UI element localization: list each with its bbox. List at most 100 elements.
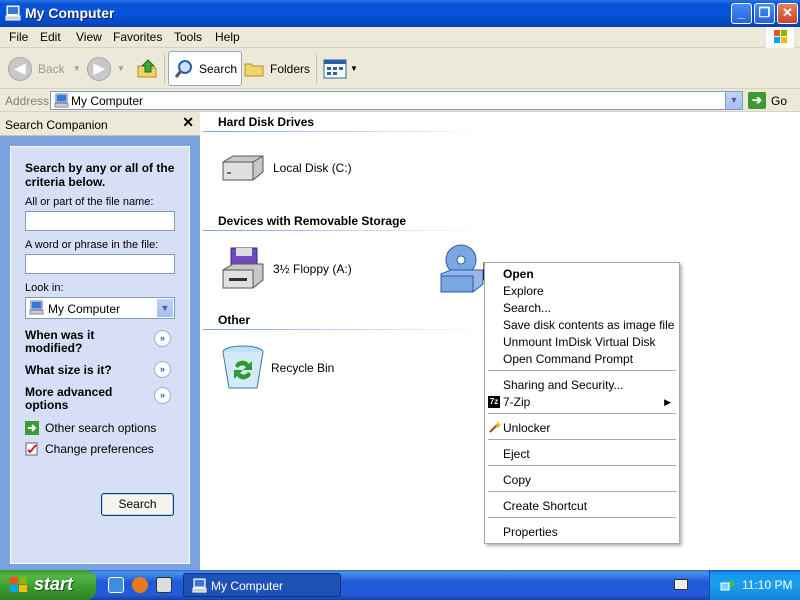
menu-view[interactable]: View xyxy=(76,30,102,44)
expand-size-icon[interactable]: » xyxy=(154,361,171,378)
views-dropdown-icon: ▼ xyxy=(350,64,358,73)
network-icon[interactable] xyxy=(720,577,736,593)
up-folder-button[interactable] xyxy=(135,51,159,86)
menu-help[interactable]: Help xyxy=(215,30,240,44)
ctx-save-disk-image[interactable]: Save disk contents as image file xyxy=(503,318,674,332)
start-button[interactable]: start xyxy=(0,570,96,600)
maximize-button[interactable]: ❐ xyxy=(754,3,775,24)
menu-file[interactable]: File xyxy=(9,30,28,44)
address-input[interactable]: My Computer ▼ xyxy=(50,91,743,110)
other-search-options-label: Other search options xyxy=(45,421,157,435)
clock: 11:10 PM xyxy=(742,578,793,592)
menu-tools[interactable]: Tools xyxy=(174,30,202,44)
minimize-button[interactable]: _ xyxy=(731,3,752,24)
go-button[interactable]: ➔ Go xyxy=(748,92,787,109)
search-toolbar-button[interactable]: Search xyxy=(168,51,243,86)
ctx-properties[interactable]: Properties xyxy=(503,525,558,539)
recycle-bin-icon xyxy=(222,345,264,389)
ctx-search[interactable]: Search... xyxy=(503,301,551,315)
recycle-bin-label: Recycle Bin xyxy=(271,361,335,375)
unlocker-wand-icon xyxy=(489,421,501,433)
forward-arrow-icon: ▶ xyxy=(87,56,111,81)
start-label: start xyxy=(34,574,74,594)
group-hard-disk-drives: Hard Disk Drives xyxy=(218,115,315,129)
my-computer-icon xyxy=(192,578,207,593)
group-other: Other xyxy=(218,313,251,327)
submenu-arrow-icon: ▶ xyxy=(664,397,671,407)
ctx-explore[interactable]: Explore xyxy=(503,284,544,298)
preferences-icon xyxy=(25,442,38,456)
floppy-drive-a[interactable]: 3½ Floppy (A:) xyxy=(219,246,352,292)
back-arrow-icon: ◀ xyxy=(8,56,32,81)
close-button[interactable]: ✕ xyxy=(777,3,798,24)
ctx-unlocker[interactable]: Unlocker xyxy=(503,421,550,435)
ctx-unmount-imdisk[interactable]: Unmount ImDisk Virtual Disk xyxy=(503,335,655,349)
forward-button[interactable]: ▶ ▼ xyxy=(87,51,125,86)
recycle-bin[interactable]: Recycle Bin xyxy=(221,344,334,392)
ctx-open-command-prompt[interactable]: Open Command Prompt xyxy=(503,352,633,366)
local-disk-label: Local Disk (C:) xyxy=(273,161,352,175)
filename-input[interactable] xyxy=(25,211,175,231)
context-menu: Open Explore Search... Save disk content… xyxy=(484,262,680,544)
modified-question[interactable]: When was it modified? xyxy=(25,329,145,355)
ie-quicklaunch-icon[interactable] xyxy=(108,577,124,593)
views-button[interactable]: ▼ xyxy=(323,51,358,86)
system-tray: 11:10 PM xyxy=(709,570,800,600)
size-question[interactable]: What size is it? xyxy=(25,364,145,377)
search-icon xyxy=(174,59,192,78)
my-computer-icon xyxy=(29,300,44,315)
title-bar[interactable]: My Computer _ ❐ ✕ xyxy=(0,0,800,27)
go-label: Go xyxy=(771,93,788,108)
phrase-input[interactable] xyxy=(25,254,175,274)
back-dropdown-icon[interactable]: ▼ xyxy=(73,64,81,73)
change-preferences-link[interactable]: Change preferences xyxy=(25,442,154,456)
expand-modified-icon[interactable]: » xyxy=(154,330,171,347)
green-arrow-icon xyxy=(25,421,39,435)
toolbar: ◀ Back ▼ ▶ ▼ Search Folders ▼ xyxy=(0,48,800,89)
keyboard-icon[interactable] xyxy=(674,579,688,590)
floppy-drive-icon xyxy=(222,247,264,289)
ctx-sharing-security[interactable]: Sharing and Security... xyxy=(503,378,624,392)
search-companion-title: Search Companion xyxy=(5,118,108,132)
taskbar-item-label: My Computer xyxy=(211,579,284,593)
search-submit-button[interactable]: Search xyxy=(101,493,174,516)
floppy-drive-label: 3½ Floppy (A:) xyxy=(273,262,352,276)
close-panel-icon[interactable]: ✕ xyxy=(182,114,194,131)
advanced-question[interactable]: More advanced options xyxy=(25,386,145,412)
media-quicklaunch-icon[interactable] xyxy=(156,577,172,593)
menu-edit[interactable]: Edit xyxy=(40,30,61,44)
expand-advanced-icon[interactable]: » xyxy=(154,387,171,404)
forward-dropdown-icon[interactable]: ▼ xyxy=(117,64,125,73)
folders-button[interactable]: Folders xyxy=(243,51,310,86)
lookin-select[interactable]: My Computer ▼ xyxy=(25,297,175,319)
my-computer-icon xyxy=(54,93,69,108)
cd-drive-icon[interactable] xyxy=(439,242,487,294)
search-companion-header: Search Companion ✕ xyxy=(0,112,200,136)
menu-bar: File Edit View Favorites Tools Help xyxy=(0,27,800,48)
hard-disk-icon xyxy=(222,155,264,181)
ctx-7zip[interactable]: 7-Zip xyxy=(503,395,530,409)
folders-icon xyxy=(244,63,264,76)
address-bar: Address My Computer ▼ ➔ Go xyxy=(0,89,800,112)
ctx-eject[interactable]: Eject xyxy=(503,447,530,461)
change-preferences-label: Change preferences xyxy=(45,442,154,456)
back-button[interactable]: ◀ Back ▼ xyxy=(8,51,81,86)
7zip-icon: 7z xyxy=(488,396,500,408)
filename-label: All or part of the file name: xyxy=(25,196,154,208)
ctx-create-shortcut[interactable]: Create Shortcut xyxy=(503,499,587,513)
local-disk-c[interactable]: Local Disk (C:) xyxy=(219,152,352,184)
firefox-quicklaunch-icon[interactable] xyxy=(132,577,148,593)
group-removable-storage: Devices with Removable Storage xyxy=(218,214,407,228)
lookin-dropdown-icon[interactable]: ▼ xyxy=(157,299,173,317)
search-form: Search by any or all of the criteria bel… xyxy=(10,146,190,564)
menu-favorites[interactable]: Favorites xyxy=(113,30,162,44)
go-arrow-icon: ➔ xyxy=(748,92,766,109)
windows-flag-icon xyxy=(766,27,794,48)
ctx-open[interactable]: Open xyxy=(503,267,534,281)
windows-logo-icon xyxy=(10,577,27,592)
other-search-options-link[interactable]: Other search options xyxy=(25,421,156,435)
ctx-copy[interactable]: Copy xyxy=(503,473,531,487)
address-dropdown-icon[interactable]: ▼ xyxy=(725,92,742,109)
lookin-value: My Computer xyxy=(48,302,121,316)
taskbar-my-computer[interactable]: My Computer xyxy=(183,573,341,597)
